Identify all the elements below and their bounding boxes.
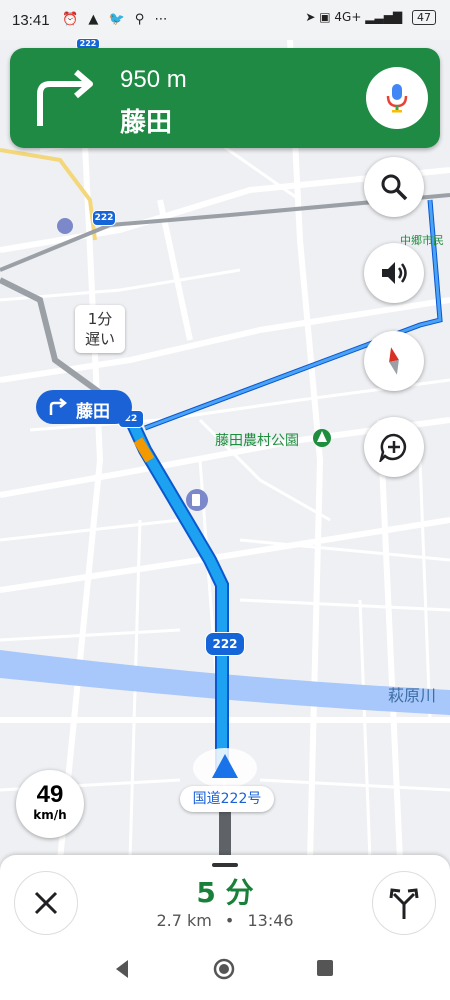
navigation-icon: ▲ (88, 12, 102, 27)
turn-right-small-icon (49, 398, 68, 415)
speed-value: 49 (36, 781, 64, 808)
volte-icon: ▣ (319, 10, 331, 24)
speed-unit: km/h (33, 808, 67, 822)
separator: • (224, 911, 235, 930)
current-road-label: 国道222号 (180, 786, 274, 812)
status-right: ➤ ▣ 4G+ ▂▃▅▇ 47 (305, 10, 436, 25)
park-label[interactable]: 藤田農村公園 (215, 430, 299, 450)
sound-button[interactable] (364, 243, 424, 303)
turn-street-name: 藤田 (120, 108, 173, 138)
arrival-time: 13:46 (247, 911, 294, 930)
search-icon (381, 174, 408, 201)
twitter-icon: 🐦 (108, 12, 128, 27)
signal-icon: ▂▃▅▇ (365, 10, 403, 24)
callout-line2: 遅い (84, 330, 115, 348)
route-shield-small: 222 (92, 210, 116, 226)
speaker-icon (382, 262, 407, 284)
fork-routes-icon (389, 888, 419, 919)
turn-distance: 950 m (120, 66, 187, 93)
status-time: 13:41 (12, 12, 50, 29)
network-type: 4G+ (334, 10, 362, 24)
compass-icon (389, 347, 399, 375)
status-icons: ⏰ ▲ 🐦 ⚲ ⋯ (62, 12, 170, 27)
back-icon[interactable] (112, 958, 132, 980)
remaining-distance: 2.7 km (156, 911, 212, 930)
river-label: 萩原川 (388, 686, 437, 705)
microphone-icon (386, 84, 408, 113)
report-button[interactable] (364, 417, 424, 477)
callout-line1: 1分 (87, 310, 113, 328)
more-icon: ⋯ (154, 12, 171, 27)
alternate-routes-button[interactable] (372, 871, 436, 935)
alt-route-callout[interactable]: 1分 遅い (75, 305, 125, 353)
compass-button[interactable] (364, 331, 424, 391)
nav-instruction-card[interactable]: 950 m 藤田 (10, 48, 440, 148)
gps-icon: ➤ (305, 10, 316, 24)
search-button[interactable] (364, 157, 424, 217)
trip-summary-sheet[interactable]: 5 分 2.7 km • 13:46 (0, 855, 450, 1000)
status-bar: 13:41 ⏰ ▲ 🐦 ⚲ ⋯ ➤ ▣ 4G+ ▂▃▅▇ 47 (0, 0, 450, 40)
add-report-icon (379, 433, 407, 462)
next-turn-pill: 藤田 (36, 390, 132, 424)
system-nav-bar (0, 948, 450, 1000)
route-shield-222: 222 (205, 632, 245, 656)
turn-pill-label: 藤田 (76, 402, 110, 422)
recents-icon[interactable] (316, 959, 334, 977)
speedometer: 49 km/h (16, 770, 84, 838)
home-icon[interactable] (212, 957, 236, 981)
turn-right-arrow-icon (37, 69, 93, 126)
drag-handle[interactable] (212, 863, 238, 867)
battery-level: 47 (412, 10, 436, 25)
alarm-icon: ⏰ (62, 12, 82, 27)
voice-search-button[interactable] (366, 67, 428, 129)
location-icon: ⚲ (134, 12, 148, 27)
